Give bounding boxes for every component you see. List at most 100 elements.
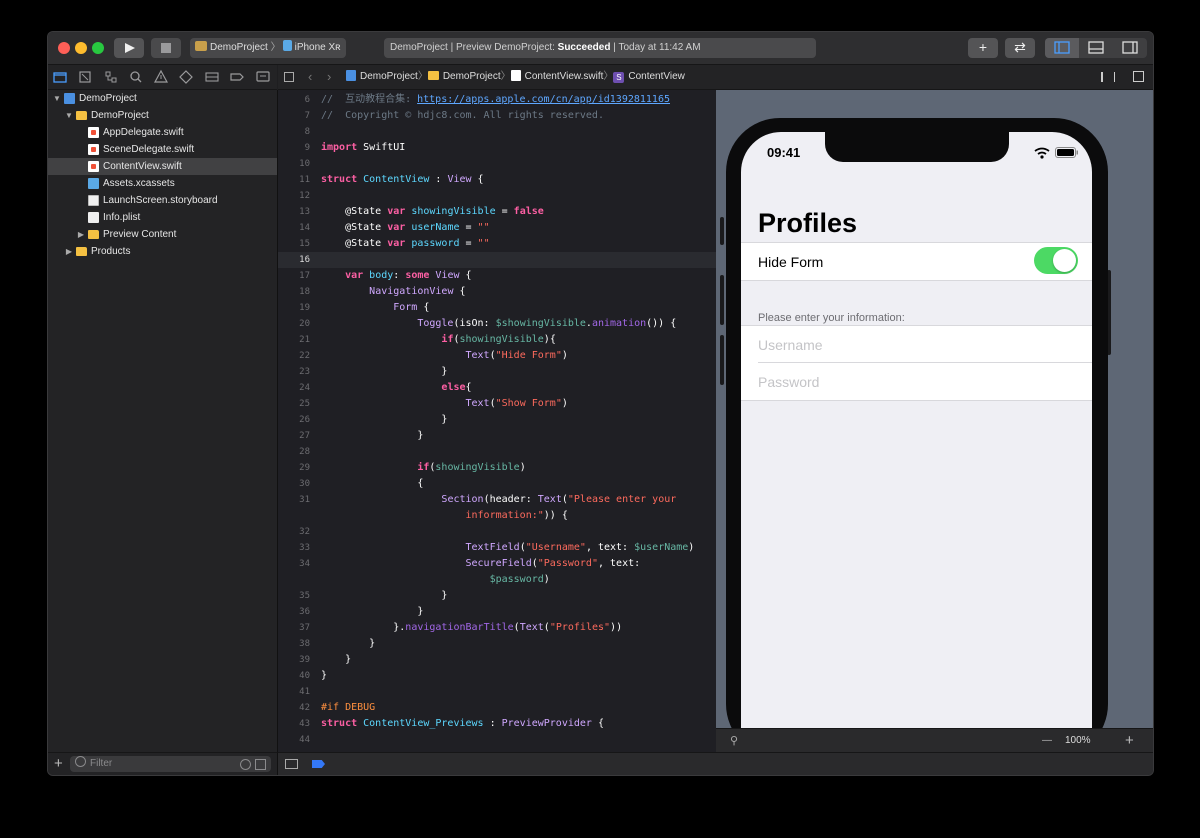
disclosure-down-icon[interactable]: ▼ (64, 107, 74, 124)
tree-item-contentview[interactable]: ContentView.swift (48, 158, 277, 175)
breadcrumb-project[interactable]: DemoProject (360, 71, 418, 82)
code-text: information:")) { (321, 508, 568, 524)
add-editor-icon[interactable] (1133, 71, 1144, 82)
right-panel-icon (1122, 41, 1138, 54)
disclosure-down-icon[interactable]: ▼ (52, 90, 62, 107)
breadcrumb: DemoProject〉 DemoProject〉 ContentView.swif… (346, 65, 685, 89)
find-navigator-tab[interactable] (128, 69, 144, 85)
toggle-navigator-button[interactable] (1045, 38, 1079, 58)
add-file-button[interactable]: + (54, 755, 63, 773)
token: ) (688, 542, 695, 553)
tree-item-label: SceneDelegate.swift (103, 144, 195, 155)
token: { (471, 174, 484, 185)
token: )) { (543, 510, 568, 521)
breadcrumb-symbol[interactable]: ContentView (628, 71, 685, 82)
toggle-row[interactable]: Hide Form (741, 242, 1092, 281)
toggle-inspector-button[interactable] (1113, 38, 1147, 58)
back-arrow-icon[interactable]: ‹ (308, 65, 312, 89)
preprocessor: #if DEBUG (321, 702, 376, 713)
line-number: 29 (299, 463, 310, 473)
phone-volume-up (720, 275, 724, 325)
issue-navigator-tab[interactable] (153, 69, 169, 85)
code-line: 18 NavigationView { (278, 284, 716, 300)
toolbar: DemoProject 〉 iPhone Xʀ DemoProject | Pre… (48, 32, 1153, 65)
code-text: else{ (321, 380, 471, 396)
close-window-button[interactable] (58, 42, 70, 54)
breadcrumb-file[interactable]: ContentView.swift (525, 71, 604, 82)
identifier: userName (405, 222, 460, 233)
tree-item-scenedelegate[interactable]: SceneDelegate.swift (48, 141, 277, 158)
stop-button[interactable] (151, 38, 181, 58)
breadcrumb-group[interactable]: DemoProject (443, 71, 501, 82)
related-items-icon[interactable] (284, 72, 294, 82)
token: ){ (543, 334, 556, 345)
tree-item-preview-content[interactable]: ▶ Preview Content (48, 226, 277, 243)
source-control-tab[interactable] (77, 69, 93, 85)
tree-item-project[interactable]: ▼ DemoProject (48, 90, 277, 107)
zoom-in-button[interactable]: + (1125, 729, 1134, 753)
recent-files-icon[interactable] (240, 759, 251, 770)
line-number: 31 (299, 495, 310, 505)
type-name: PreviewProvider (501, 718, 592, 729)
breakpoints-toggle-icon[interactable] (312, 760, 325, 768)
activity-status: DemoProject | Preview DemoProject: Succe… (384, 38, 816, 58)
disclosure-right-icon[interactable]: ▶ (64, 243, 74, 260)
hide-form-switch[interactable] (1034, 247, 1078, 274)
device-screen[interactable]: 09:41 Profiles Hide Form Please enter yo… (741, 132, 1092, 728)
tree-item-appdelegate[interactable]: AppDelegate.swift (48, 124, 277, 141)
zoom-level[interactable]: 100% (1065, 729, 1091, 753)
project-navigator-tab[interactable] (52, 69, 68, 85)
tree-item-group-demoproject[interactable]: ▼ DemoProject (48, 107, 277, 124)
zoom-window-button[interactable] (92, 42, 104, 54)
run-button[interactable] (114, 38, 144, 58)
editor-options-icon[interactable] (1101, 72, 1115, 82)
source-editor[interactable]: 6 // 互动教程合集: https://apps.apple.com/cn/ap… (278, 90, 716, 752)
type-name: Section (441, 494, 484, 505)
pin-icon[interactable]: ⚲ (730, 729, 738, 753)
token: ) (519, 462, 526, 473)
folder-icon (88, 230, 99, 239)
test-navigator-tab[interactable] (178, 69, 194, 85)
code-text: } (321, 590, 448, 601)
preview-canvas[interactable]: 09:41 Profiles Hide Form Please enter yo… (716, 90, 1153, 728)
toggle-debug-area-button[interactable] (1079, 38, 1113, 58)
code-line: 37 }.navigationBarTitle(Text("Profiles")… (278, 620, 716, 636)
disclosure-right-icon[interactable]: ▶ (76, 226, 86, 243)
password-field[interactable]: Password (758, 374, 819, 390)
tree-item-launchscreen[interactable]: LaunchScreen.storyboard (48, 192, 277, 209)
source-control-filter-icon[interactable] (255, 759, 266, 770)
username-row[interactable]: Username (741, 325, 1092, 363)
binding: $showingVisible (495, 318, 586, 329)
hide-debug-area-icon[interactable] (285, 759, 298, 769)
code-review-button[interactable]: ⇄ (1005, 38, 1035, 58)
gauge-icon (205, 72, 219, 82)
password-row[interactable]: Password (741, 363, 1092, 401)
minimize-window-button[interactable] (75, 42, 87, 54)
scheme-project: DemoProject (210, 42, 268, 53)
code-text: @State var password = "" (321, 236, 490, 252)
tree-item-products[interactable]: ▶ Products (48, 243, 277, 260)
username-field[interactable]: Username (758, 337, 823, 353)
line-number: 44 (299, 735, 310, 745)
zoom-out-button[interactable]: — (1042, 729, 1052, 753)
library-button[interactable]: + (968, 38, 998, 58)
code-line: 9 import SwiftUI (278, 140, 716, 156)
forward-arrow-icon[interactable]: › (327, 65, 331, 89)
tree-item-infoplist[interactable]: Info.plist (48, 209, 277, 226)
iphone-device-frame: 09:41 Profiles Hide Form Please enter yo… (726, 118, 1108, 728)
comment-link[interactable]: https://apps.apple.com/cn/app/id13928111… (417, 94, 670, 105)
token: { (453, 286, 466, 297)
tree-item-label: DemoProject (91, 110, 149, 121)
debug-navigator-tab[interactable] (204, 69, 220, 85)
token: = (459, 238, 478, 249)
storyboard-icon (88, 195, 99, 206)
scheme-selector[interactable]: DemoProject 〉 iPhone Xʀ (190, 38, 346, 58)
code-line: 35 } (278, 588, 716, 604)
tree-item-assets[interactable]: Assets.xcassets (48, 175, 277, 192)
scheme-separator: 〉 (267, 42, 281, 53)
navigator-filter-input[interactable]: Filter (70, 756, 271, 772)
report-navigator-tab[interactable] (255, 69, 271, 85)
symbol-navigator-tab[interactable] (103, 69, 119, 85)
breakpoint-navigator-tab[interactable] (229, 69, 245, 85)
